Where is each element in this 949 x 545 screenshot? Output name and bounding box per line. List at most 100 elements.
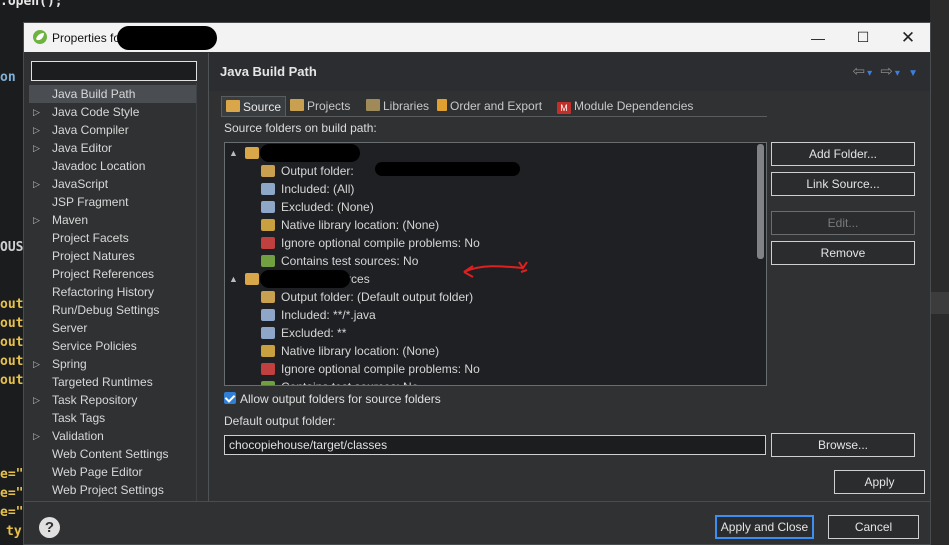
source-attribute-row[interactable]: Ignore optional compile problems: No (225, 360, 755, 378)
default-output-field[interactable]: chocopiehouse/target/classes (224, 435, 766, 455)
nav-item[interactable]: ▷ Java Compiler (29, 121, 197, 139)
close-button[interactable]: ✕ (885, 23, 931, 52)
apply-and-close-button[interactable]: Apply and Close (715, 515, 814, 539)
collapse-twisty-icon[interactable]: ▲ (229, 144, 238, 162)
tab-order-export[interactable]: Order and Export (437, 96, 542, 116)
nav-item[interactable]: Web Page Editor (29, 463, 197, 481)
nav-item[interactable]: Project References (29, 265, 197, 283)
tree-scrollbar[interactable] (757, 144, 764, 259)
add-folder-button[interactable]: Add Folder... (771, 142, 915, 166)
nav-item-label: Server (52, 321, 88, 335)
panel-divider[interactable] (208, 53, 209, 501)
source-attribute-row[interactable]: Output folder: (Default output folder) (225, 288, 755, 306)
tree-row-text: Excluded: ** (281, 326, 347, 340)
properties-dialog: Properties fo — ☐ ✕ Java Build Path ▷ Java… (23, 22, 931, 545)
source-attribute-row[interactable]: Excluded: (None) (225, 198, 755, 216)
source-attribute-row[interactable]: Contains test sources: No (225, 378, 755, 385)
link-source-button[interactable]: Link Source... (771, 172, 915, 196)
minimize-button[interactable]: — (795, 23, 841, 52)
back-arrow-icon[interactable]: ⇦ (853, 63, 868, 80)
nav-item[interactable]: Project Natures (29, 247, 197, 265)
tab-module-dependencies[interactable]: M Module Dependencies (557, 96, 693, 116)
cancel-button[interactable]: Cancel (828, 515, 919, 539)
nav-item[interactable]: ▷ Java Editor (29, 139, 197, 157)
menu-dropdown-icon[interactable]: ▼ (908, 68, 920, 79)
help-icon[interactable]: ? (39, 517, 60, 538)
nav-item-label: Javadoc Location (52, 159, 146, 173)
nav-item[interactable]: Run/Debug Settings (29, 301, 197, 319)
nav-item[interactable]: Project Facets (29, 229, 197, 247)
nav-item[interactable]: ▷ JavaScript (29, 175, 197, 193)
native-library-icon (261, 219, 275, 231)
maximize-button[interactable]: ☐ (840, 23, 886, 52)
code-fragment: out (0, 297, 24, 312)
collapse-twisty-icon[interactable]: ▲ (229, 270, 238, 288)
expand-arrow-icon[interactable]: ▷ (33, 175, 40, 193)
nav-item[interactable]: ▷ Validation (29, 427, 197, 445)
source-folder-icon (226, 100, 240, 112)
expand-arrow-icon[interactable]: ▷ (33, 103, 40, 121)
nav-item[interactable]: ▷ Spring (29, 355, 197, 373)
expand-arrow-icon[interactable]: ▷ (33, 211, 40, 229)
code-fragment: out (0, 373, 24, 388)
nav-item[interactable]: Service Policies (29, 337, 197, 355)
source-attribute-row[interactable]: Native library location: (None) (225, 342, 755, 360)
nav-item-label: Spring (52, 357, 87, 371)
allow-output-checkbox[interactable] (224, 392, 236, 404)
nav-item[interactable]: Java Build Path (29, 85, 197, 103)
expand-arrow-icon[interactable]: ▷ (33, 355, 40, 373)
tab-underline (221, 116, 767, 117)
chevron-down-icon[interactable]: ▾ (895, 68, 902, 79)
nav-item-label: Project References (52, 267, 155, 281)
nav-item[interactable]: Refactoring History (29, 283, 197, 301)
apply-button[interactable]: Apply (834, 470, 925, 494)
nav-item[interactable]: Targeted Runtimes (29, 373, 197, 391)
footer-divider (24, 501, 930, 502)
tab-projects[interactable]: Projects (290, 96, 350, 116)
nav-item[interactable]: JSP Fragment (29, 193, 197, 211)
nav-item[interactable]: Web Project Settings (29, 481, 197, 499)
nav-item[interactable]: Javadoc Location (29, 157, 197, 175)
test-sources-icon (261, 255, 275, 267)
nav-item[interactable]: ▷ Task Repository (29, 391, 197, 409)
expand-arrow-icon[interactable]: ▷ (33, 427, 40, 445)
source-folders-label: Source folders on build path: (224, 121, 377, 135)
edit-button[interactable]: Edit... (771, 211, 915, 235)
nav-item[interactable]: Task Tags (29, 409, 197, 427)
source-attribute-row[interactable]: Included: (All) (225, 180, 755, 198)
nav-item-label: Web Page Editor (52, 465, 143, 479)
code-fragment: e=" (0, 505, 24, 520)
nav-item[interactable]: ▷ Maven (29, 211, 197, 229)
tab-libraries[interactable]: Libraries (366, 96, 429, 116)
properties-nav-tree: Java Build Path ▷ Java Code Style ▷ Java Com… (29, 85, 197, 499)
source-attribute-row[interactable]: Excluded: ** (225, 324, 755, 342)
module-icon: M (557, 102, 571, 114)
nav-item[interactable]: Server (29, 319, 197, 337)
nav-item[interactable]: Web Content Settings (29, 445, 197, 463)
filter-input[interactable] (31, 61, 197, 81)
expand-arrow-icon[interactable]: ▷ (33, 139, 40, 157)
redacted-mark (117, 26, 217, 50)
chevron-down-icon[interactable]: ▾ (867, 68, 874, 79)
tree-row-text: Output folder: (281, 164, 354, 178)
nav-item-label: Service Policies (52, 339, 137, 353)
browse-button[interactable]: Browse... (771, 433, 915, 457)
spring-leaf-icon (33, 30, 47, 44)
source-attribute-row[interactable]: Native library location: (None) (225, 216, 755, 234)
nav-item[interactable]: ▷ Java Code Style (29, 103, 197, 121)
ignore-problems-icon (261, 237, 275, 249)
nav-item-label: Java Compiler (52, 123, 129, 137)
background-scrollbar (930, 0, 949, 545)
excluded-icon (261, 201, 275, 213)
expand-arrow-icon[interactable]: ▷ (33, 391, 40, 409)
code-fragment: out (0, 354, 24, 369)
expand-arrow-icon[interactable]: ▷ (33, 121, 40, 139)
source-attribute-row[interactable]: Ignore optional compile problems: No (225, 234, 755, 252)
test-sources-icon (261, 381, 275, 385)
remove-button[interactable]: Remove (771, 241, 915, 265)
source-attribute-row[interactable]: Included: **/*.java (225, 306, 755, 324)
redacted-mark (260, 144, 360, 162)
tab-source[interactable]: Source (221, 96, 287, 116)
nav-item-label: Project Natures (52, 249, 135, 263)
forward-arrow-icon[interactable]: ⇨ (880, 63, 895, 80)
